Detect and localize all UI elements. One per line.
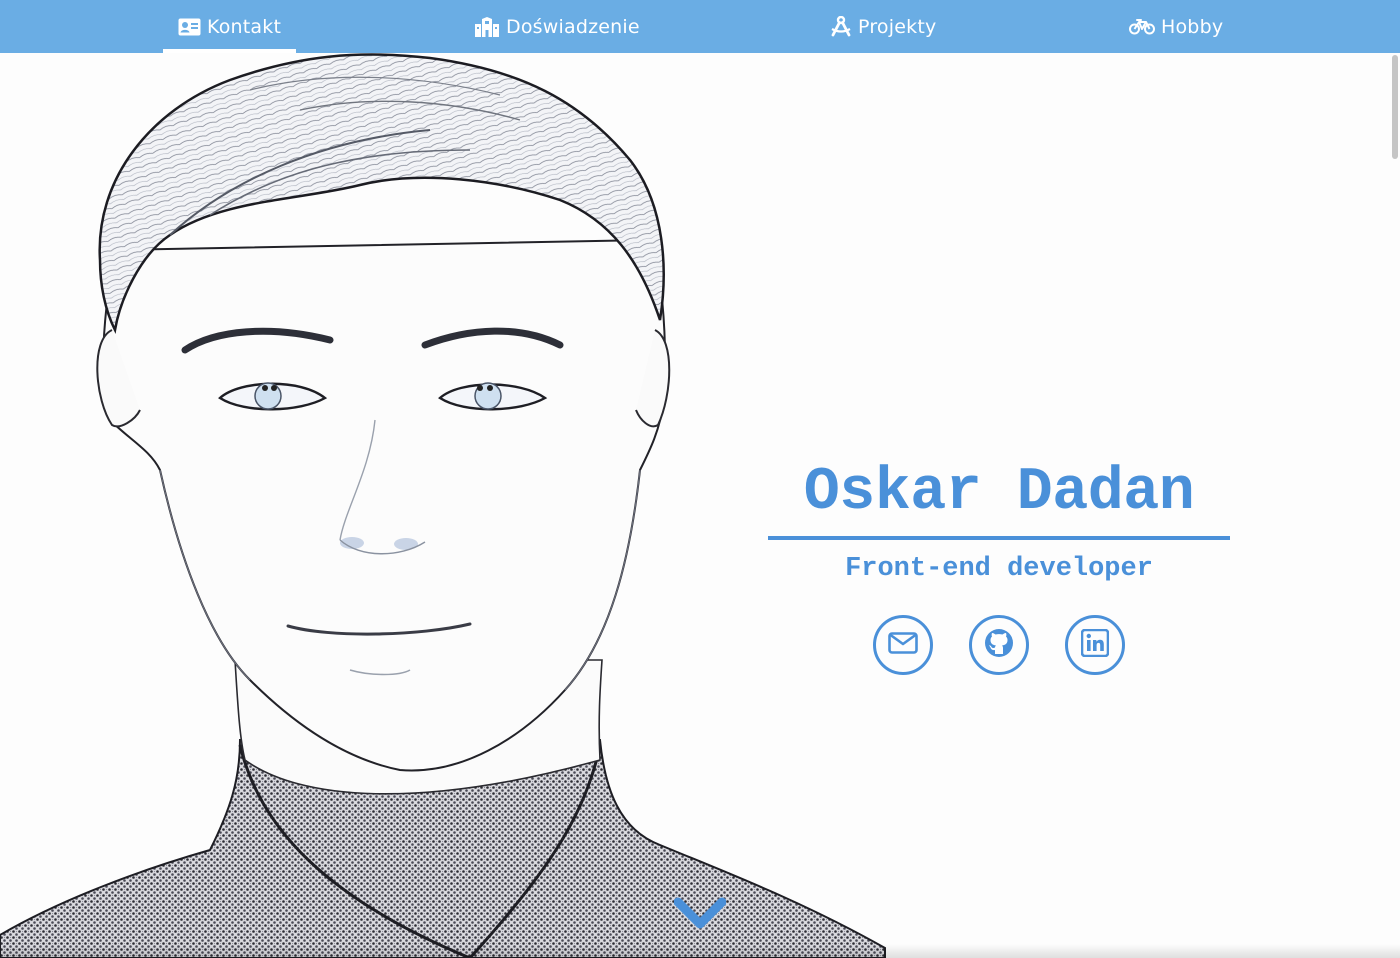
bottom-shadow xyxy=(0,944,1400,958)
hero-section: Oskar Dadan Front-end developer xyxy=(768,458,1230,675)
email-link-button[interactable] xyxy=(873,615,933,675)
github-icon xyxy=(984,628,1014,662)
scrollbar-thumb[interactable] xyxy=(1392,55,1398,159)
nav-item-doswiadczenie[interactable]: Doświadzenie xyxy=(459,0,655,53)
github-link-button[interactable] xyxy=(969,615,1029,675)
linkedin-icon xyxy=(1080,628,1110,661)
hero-divider xyxy=(768,536,1230,540)
scroll-down-chevron-icon[interactable] xyxy=(673,896,727,936)
bicycle-icon xyxy=(1129,18,1155,35)
nav-item-label: Kontakt xyxy=(207,15,282,38)
portrait-sketch-image xyxy=(0,53,886,958)
nav-item-label: Doświadzenie xyxy=(506,15,640,38)
page-scrollbar[interactable] xyxy=(1390,53,1400,958)
page: Kontakt Doświadzenie Projekty Hobby Oska… xyxy=(0,0,1400,958)
hero-name: Oskar Dadan xyxy=(803,459,1195,527)
contact-card-icon xyxy=(178,18,201,36)
linkedin-link-button[interactable] xyxy=(1065,615,1125,675)
nav-item-label: Hobby xyxy=(1161,15,1224,38)
nav-item-hobby[interactable]: Hobby xyxy=(1114,0,1238,53)
nav-item-projekty[interactable]: Projekty xyxy=(815,0,951,53)
social-links xyxy=(873,615,1125,675)
top-navbar: Kontakt Doświadzenie Projekty Hobby xyxy=(0,0,1400,53)
nav-item-kontakt[interactable]: Kontakt xyxy=(163,0,296,53)
nav-item-label: Projekty xyxy=(858,15,937,38)
envelope-icon xyxy=(888,632,918,658)
hero-role: Front-end developer xyxy=(845,554,1153,584)
compass-drafting-icon xyxy=(830,16,852,37)
building-icon xyxy=(474,16,500,37)
